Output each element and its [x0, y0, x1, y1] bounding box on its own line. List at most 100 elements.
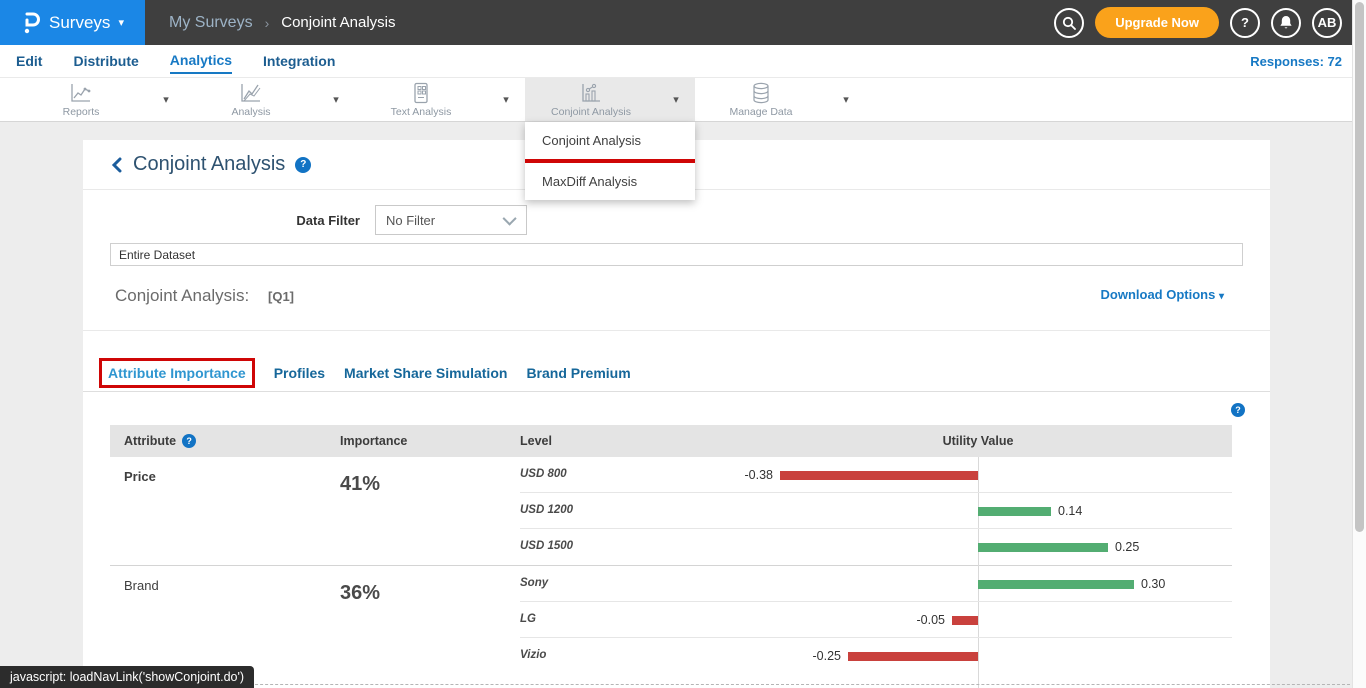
analytics-toolbar: Reports ▾ Analysis ▾ Text Analysis [0, 77, 1366, 122]
utility-bar-cell: -0.38 [730, 457, 1232, 493]
level-row: USD 1500 0.25 [520, 529, 1232, 565]
level-label: USD 1200 [520, 504, 573, 516]
questionpro-logo-icon [21, 11, 41, 35]
toolbar-text-analysis-button[interactable]: Text Analysis [355, 78, 487, 121]
data-filter-row: Data Filter No Filter [83, 205, 1270, 235]
toolbar-group-text-analysis: Text Analysis ▾ [355, 78, 525, 121]
toolbar-conjoint-button[interactable]: Conjoint Analysis [525, 78, 657, 121]
importance-value: 36% [340, 582, 380, 605]
utility-bar-cell: -0.25 [730, 638, 1232, 674]
database-icon [749, 82, 773, 104]
toolbar-group-conjoint: Conjoint Analysis ▾ [525, 78, 695, 121]
top-header: Surveys ▾ My Surveys › Conjoint Analysis… [0, 0, 1366, 45]
attribute-help-icon[interactable]: ? [182, 434, 196, 448]
scrollbar-thumb[interactable] [1355, 2, 1364, 532]
utility-bar [952, 616, 978, 625]
data-filter-select[interactable]: No Filter [375, 205, 527, 235]
toolbar-label: Conjoint Analysis [551, 106, 631, 118]
upgrade-now-button[interactable]: Upgrade Now [1095, 7, 1219, 38]
bell-icon [1279, 15, 1293, 30]
menu-item-conjoint-analysis[interactable]: Conjoint Analysis [525, 122, 695, 159]
responses-count[interactable]: Responses: 72 [1250, 54, 1342, 69]
conjoint-chart-icon [579, 82, 603, 104]
nav-distribute[interactable]: Distribute [73, 49, 138, 73]
attribute-name: Price [124, 469, 156, 484]
search-icon [1062, 16, 1076, 30]
avatar[interactable]: AB [1312, 8, 1342, 38]
product-name: Surveys [49, 13, 110, 33]
search-button[interactable] [1054, 8, 1084, 38]
utility-bar [978, 507, 1051, 516]
attribute-name: Brand [124, 578, 159, 593]
divider [83, 330, 1270, 331]
toolbar-group-reports: Reports ▾ [15, 78, 185, 121]
nav-integration[interactable]: Integration [263, 49, 335, 73]
level-row: Sony 0.30 [520, 566, 1232, 602]
toolbar-analysis-button[interactable]: Analysis [185, 78, 317, 121]
breadcrumb-my-surveys[interactable]: My Surveys [169, 14, 253, 32]
level-row: Vizio -0.25 [520, 638, 1232, 674]
toolbar-group-manage-data: Manage Data ▾ [695, 78, 865, 121]
utility-value-label: 0.14 [1058, 504, 1082, 518]
data-filter-value: No Filter [386, 213, 435, 228]
utility-value-label: 0.30 [1141, 577, 1165, 591]
level-row: USD 800 -0.38 [520, 457, 1232, 493]
utility-bar-cell: 0.25 [730, 529, 1232, 565]
notifications-button[interactable] [1271, 8, 1301, 38]
level-label: USD 800 [520, 468, 567, 480]
survey-nav: Edit Distribute Analytics Integration Re… [0, 45, 1366, 77]
toolbar-analysis-caret[interactable]: ▾ [317, 78, 355, 121]
tab-market-share-simulation[interactable]: Market Share Simulation [344, 360, 507, 386]
breadcrumb: My Surveys › Conjoint Analysis [169, 14, 395, 32]
toolbar-label: Text Analysis [391, 106, 452, 118]
help-button[interactable]: ? [1230, 8, 1260, 38]
attribute-importance-table: Attribute ? Importance Level Utility Val… [110, 425, 1232, 674]
nav-analytics[interactable]: Analytics [170, 48, 232, 74]
utility-bar-cell: 0.14 [730, 493, 1232, 529]
level-label: LG [520, 613, 536, 625]
col-utility-value: Utility Value [730, 425, 1232, 457]
select-chevron-icon [503, 212, 517, 226]
breadcrumb-current: Conjoint Analysis [281, 14, 395, 31]
col-level: Level [520, 434, 730, 448]
download-options-label: Download Options [1101, 287, 1216, 302]
utility-value-label: 0.25 [1115, 540, 1139, 554]
tab-brand-premium[interactable]: Brand Premium [526, 360, 630, 386]
toolbar-conjoint-caret[interactable]: ▾ [657, 78, 695, 121]
vertical-scrollbar[interactable] [1352, 0, 1366, 688]
toolbar-reports-caret[interactable]: ▾ [147, 78, 185, 121]
utility-bar [780, 471, 978, 480]
toolbar-reports-button[interactable]: Reports [15, 78, 147, 121]
tab-attribute-importance[interactable]: Attribute Importance [99, 358, 255, 388]
importance-value: 41% [340, 473, 380, 496]
dataset-input[interactable] [110, 243, 1243, 266]
utility-bar [978, 543, 1108, 552]
utility-bar-cell: -0.05 [730, 602, 1232, 638]
breadcrumb-separator-icon: › [265, 15, 270, 31]
toolbar-manage-data-button[interactable]: Manage Data [695, 78, 827, 121]
level-row: USD 1200 0.14 [520, 493, 1232, 529]
dashed-bottom-border [200, 684, 1350, 685]
chevron-down-icon: ▾ [1219, 291, 1224, 302]
toolbar-manage-data-caret[interactable]: ▾ [827, 78, 865, 121]
back-chevron-icon[interactable] [111, 157, 123, 173]
multi-line-chart-icon [239, 82, 263, 104]
toolbar-text-analysis-caret[interactable]: ▾ [487, 78, 525, 121]
conjoint-dropdown-menu: Conjoint Analysis MaxDiff Analysis [525, 122, 695, 200]
product-switcher[interactable]: Surveys ▾ [0, 0, 145, 45]
utility-bar [978, 580, 1134, 589]
table-body: Price 41% USD 800 -0.38 USD 1200 0.14 US… [110, 457, 1232, 674]
menu-item-maxdiff-analysis[interactable]: MaxDiff Analysis [525, 163, 695, 200]
attribute-group-brand: Brand 36% Sony 0.30 LG -0.05 Vizio -0.25 [110, 566, 1232, 674]
utility-value-label: -0.05 [917, 613, 946, 627]
attribute-group-price: Price 41% USD 800 -0.38 USD 1200 0.14 US… [110, 457, 1232, 565]
table-help-icon[interactable]: ? [1231, 403, 1245, 417]
section-title: Conjoint Analysis: [115, 286, 249, 306]
level-label: Vizio [520, 649, 546, 661]
toolbar-label: Manage Data [729, 106, 792, 118]
page-help-icon[interactable]: ? [295, 157, 311, 173]
tab-profiles[interactable]: Profiles [274, 360, 325, 386]
download-options-link[interactable]: Download Options ▾ [1101, 287, 1224, 302]
nav-edit[interactable]: Edit [16, 49, 42, 73]
col-attribute: Attribute ? [110, 434, 340, 448]
